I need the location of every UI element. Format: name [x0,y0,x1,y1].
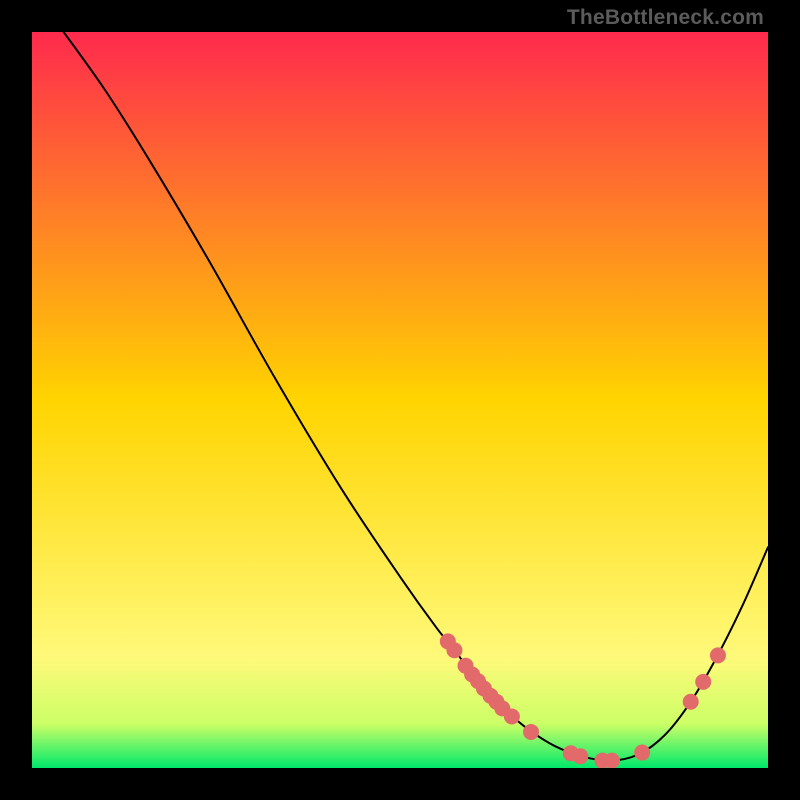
marker-dot [683,694,699,710]
marker-dot [504,708,520,724]
watermark-text: TheBottleneck.com [567,6,764,30]
chart-background [32,32,768,768]
marker-dot [523,724,539,740]
marker-dot [634,745,650,761]
marker-dot [572,748,588,764]
marker-dot [446,642,462,658]
chart-svg [32,32,768,768]
chart-frame [32,32,768,768]
marker-dot [695,674,711,690]
marker-dot [604,753,620,768]
marker-dot [710,647,726,663]
